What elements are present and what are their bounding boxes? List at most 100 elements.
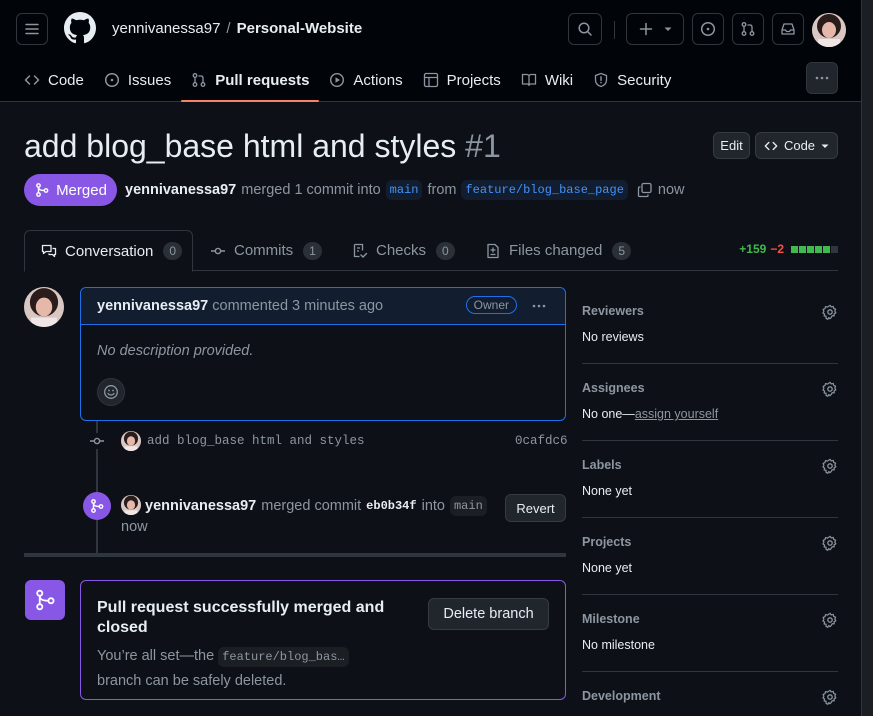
user-avatar[interactable] xyxy=(812,13,846,47)
diffstat-block xyxy=(791,245,798,253)
delete-branch-label: Delete branch xyxy=(443,606,534,622)
add-reaction-button[interactable] xyxy=(97,378,125,406)
merge-author-avatar[interactable] xyxy=(121,495,141,515)
nav-tab-actions[interactable]: Actions xyxy=(319,58,412,102)
merge-status-icon xyxy=(25,580,65,620)
pr-tabs: Conversation 0 Commits 1 Checks 0 Files … xyxy=(24,230,838,272)
tab-conversation-label: Conversation xyxy=(65,242,154,260)
tab-commits[interactable]: Commits 1 xyxy=(210,230,322,271)
tab-files-changed-label: Files changed xyxy=(509,242,603,259)
more-nav-button[interactable] xyxy=(806,62,838,94)
inbox-button[interactable] xyxy=(772,13,804,45)
git-pull-request-icon xyxy=(191,72,207,88)
tab-files-changed[interactable]: Files changed 5 xyxy=(485,230,632,271)
merge-event-time[interactable]: now xyxy=(121,519,148,535)
sidebar-section-milestone: Milestone No milestone xyxy=(582,595,838,672)
header-divider xyxy=(614,21,615,39)
create-new-button[interactable] xyxy=(626,13,684,45)
assign-yourself-link[interactable]: assign yourself xyxy=(635,407,718,421)
nav-tab-code[interactable]: Code xyxy=(14,58,94,102)
gear-icon[interactable] xyxy=(822,612,838,628)
gear-icon[interactable] xyxy=(822,381,838,397)
nav-tab-issues[interactable]: Issues xyxy=(94,58,181,102)
comment-body: No description provided. xyxy=(97,343,254,359)
copy-icon[interactable] xyxy=(637,182,653,198)
base-branch[interactable]: main xyxy=(385,180,423,200)
merge-event-text: yennivanessa97 merged commit eb0b34f int… xyxy=(145,496,487,516)
play-icon xyxy=(329,72,345,88)
tab-checks[interactable]: Checks 0 xyxy=(352,230,455,271)
issues-button[interactable] xyxy=(692,13,724,45)
nav-tab-pull-requests[interactable]: Pull requests xyxy=(181,58,320,102)
comment-author-avatar[interactable] xyxy=(24,287,64,327)
merge-box-branch: feature/blog_bas… xyxy=(218,647,349,667)
merge-author-link[interactable]: yennivanessa97 xyxy=(145,498,256,514)
sidebar-reviewers-title[interactable]: Reviewers xyxy=(582,304,644,318)
merge-into-text: into xyxy=(421,498,445,514)
diffstat-block xyxy=(831,245,838,253)
comment-header: yennivanessa97 commented 3 minutes ago O… xyxy=(81,288,565,325)
code-button-label: Code xyxy=(783,138,816,153)
pr-from-text: from xyxy=(427,182,457,198)
pr-author-link[interactable]: yennivanessa97 xyxy=(125,182,236,198)
sidebar-section-projects: Projects None yet xyxy=(582,518,838,595)
merge-target-branch[interactable]: main xyxy=(449,496,487,516)
repo-nav: Code Issues Pull requests Actions Projects Wi… xyxy=(14,58,681,102)
github-mark-icon xyxy=(64,12,96,44)
gear-icon[interactable] xyxy=(822,535,838,551)
github-logo[interactable] xyxy=(64,12,96,44)
gear-icon[interactable] xyxy=(822,458,838,474)
diffstat-bar xyxy=(790,245,838,253)
comment-action[interactable]: commented 3 minutes ago xyxy=(212,298,383,314)
merge-box-text-after: branch can be safely deleted. xyxy=(97,673,287,689)
repo-owner-link[interactable]: yennivanessa97 xyxy=(112,20,220,37)
diffstat-block xyxy=(823,245,830,253)
nav-tab-wiki[interactable]: Wiki xyxy=(511,58,583,102)
issue-opened-icon xyxy=(700,21,716,37)
comment-discussion-icon xyxy=(41,243,57,259)
scrollbar[interactable] xyxy=(861,0,873,716)
delete-branch-button[interactable]: Delete branch xyxy=(428,598,549,630)
nav-tab-projects[interactable]: Projects xyxy=(413,58,511,102)
merge-event-badge xyxy=(83,492,111,520)
gear-icon[interactable] xyxy=(822,689,838,705)
search-button[interactable] xyxy=(568,13,602,45)
sidebar-assignees-title[interactable]: Assignees xyxy=(582,381,645,395)
comment-author[interactable]: yennivanessa97 xyxy=(97,298,208,314)
merge-commit-sha[interactable]: eb0b34f xyxy=(366,499,416,513)
code-button[interactable]: Code xyxy=(755,132,838,159)
sidebar-projects-title[interactable]: Projects xyxy=(582,535,631,549)
sidebar-section-reviewers: Reviewers No reviews xyxy=(582,287,838,364)
pr-title: add blog_base html and styles #1 xyxy=(24,128,501,165)
pr-time: now xyxy=(657,182,685,198)
menu-button[interactable] xyxy=(16,13,48,45)
sidebar-development-title[interactable]: Development xyxy=(582,689,661,703)
commit-message-link[interactable]: add blog_base html and styles xyxy=(147,434,365,448)
tab-conversation[interactable]: Conversation 0 xyxy=(24,230,193,272)
global-header: yennivanessa97/Personal-Website Code Iss… xyxy=(0,0,861,102)
diffstat[interactable]: +159 −2 xyxy=(739,242,838,256)
repo-name-link[interactable]: Personal-Website xyxy=(237,20,363,37)
nav-tab-label: Code xyxy=(48,71,84,89)
diffstat-deletions: −2 xyxy=(770,242,784,256)
git-commit-icon xyxy=(210,243,226,259)
nav-tab-security[interactable]: Security xyxy=(583,58,681,102)
edit-button[interactable]: Edit xyxy=(713,132,750,159)
commit-author-avatar[interactable] xyxy=(121,431,141,451)
sidebar-milestone-title[interactable]: Milestone xyxy=(582,612,640,626)
book-icon xyxy=(521,72,537,88)
search-icon xyxy=(577,21,593,37)
kebab-horizontal-icon[interactable] xyxy=(531,298,547,314)
hamburger-icon xyxy=(24,21,40,37)
merge-box-title: Pull request successfully merged and clo… xyxy=(97,599,385,636)
pr-title-text: add blog_base html and styles xyxy=(24,128,457,164)
edit-button-label: Edit xyxy=(720,138,743,153)
pull-requests-button[interactable] xyxy=(732,13,764,45)
gear-icon[interactable] xyxy=(822,304,838,320)
commit-sha-link[interactable]: 0cafdc6 xyxy=(515,434,568,448)
revert-button[interactable]: Revert xyxy=(505,494,566,522)
revert-button-label: Revert xyxy=(516,500,555,516)
merge-event-action: merged commit xyxy=(261,498,362,514)
head-branch[interactable]: feature/blog_base_page xyxy=(461,180,628,200)
sidebar-labels-title[interactable]: Labels xyxy=(582,458,622,472)
